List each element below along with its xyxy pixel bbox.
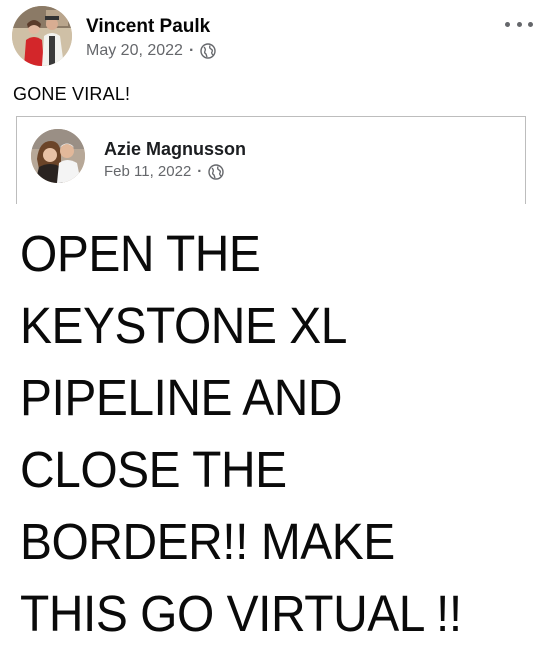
post-date[interactable]: May 20, 2022	[86, 42, 183, 60]
shared-post-meta: Feb 11, 2022 ·	[104, 163, 224, 180]
shared-author-name[interactable]: Azie Magnusson	[104, 139, 246, 160]
message-line: CLOSE THE	[20, 441, 287, 498]
post-header: Vincent Paulk May 20, 2022 ·	[12, 6, 533, 68]
globe-icon[interactable]	[208, 163, 224, 180]
shared-post-date[interactable]: Feb 11, 2022	[104, 163, 191, 180]
message-line: PIPELINE AND	[20, 369, 343, 426]
message-line: OPEN THE	[20, 225, 261, 282]
shared-author-avatar-image	[31, 129, 85, 183]
author-name[interactable]: Vincent Paulk	[86, 16, 210, 38]
post-meta: May 20, 2022 ·	[86, 42, 216, 60]
shared-post-message: OPEN THE KEYSTONE XL PIPELINE AND CLOSE …	[20, 218, 504, 650]
more-dot	[505, 21, 510, 27]
more-options-icon[interactable]	[505, 16, 533, 32]
author-avatar[interactable]	[12, 6, 72, 66]
more-dot	[528, 21, 533, 27]
globe-icon[interactable]	[200, 43, 216, 59]
more-dot	[516, 21, 522, 27]
meta-separator: ·	[188, 42, 195, 59]
author-avatar-image	[12, 6, 72, 66]
shared-author-avatar[interactable]	[31, 129, 85, 183]
message-line: THIS GO VIRTUAL !!	[20, 585, 462, 642]
message-line: BORDER!! MAKE	[20, 513, 395, 570]
shared-post-card[interactable]: Azie Magnusson Feb 11, 2022 ·	[16, 116, 526, 204]
post-caption: GONE VIRAL!	[13, 84, 131, 104]
meta-separator: ·	[197, 163, 203, 180]
message-line: KEYSTONE XL	[20, 297, 348, 354]
